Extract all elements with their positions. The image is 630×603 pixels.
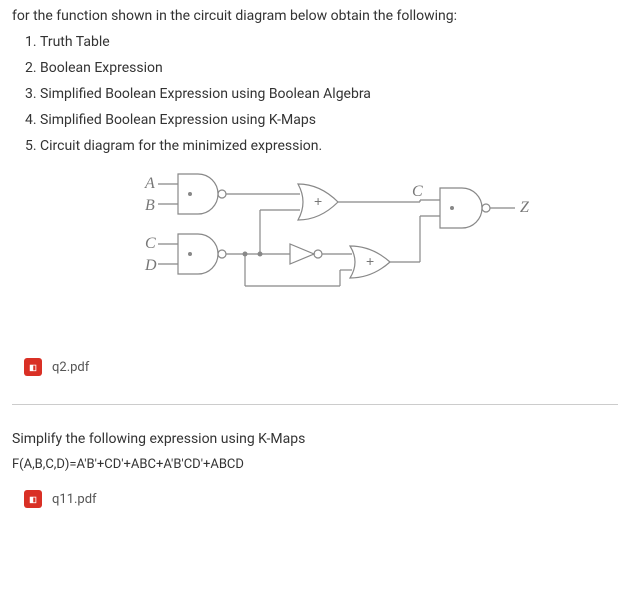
- q1-task-list: Truth Table Boolean Expression Simplifie…: [12, 34, 618, 154]
- q2-text: Simplify the following expression using …: [12, 431, 618, 447]
- label-c: C: [145, 235, 156, 252]
- label-z: Z: [520, 199, 530, 216]
- task-item: Boolean Expression: [40, 60, 618, 76]
- file-label: q11.pdf: [52, 492, 97, 507]
- q2-equation: F(A,B,C,D)=A'B'+CD'+ABC+A'B'CD'+ABCD: [12, 457, 618, 472]
- pdf-icon: ◧: [24, 358, 42, 376]
- question-1-block: for the function shown in the circuit di…: [12, 8, 618, 316]
- task-item: Truth Table: [40, 34, 618, 50]
- pdf-icon-glyph: ◧: [29, 495, 37, 504]
- circuit-diagram: .wire { stroke: #888; stroke-width: 1.2;…: [100, 166, 530, 316]
- file-attachment-1[interactable]: ◧ q2.pdf: [12, 346, 618, 404]
- task-item: Circuit diagram for the minimized expres…: [40, 138, 618, 154]
- label-b: B: [145, 197, 155, 214]
- label-a: A: [144, 175, 155, 192]
- label-c-in: C: [412, 183, 423, 200]
- file-label: q2.pdf: [52, 360, 89, 375]
- task-item: Simplified Boolean Expression using K-Ma…: [40, 112, 618, 128]
- pdf-icon: ◧: [24, 490, 42, 508]
- question-2-block: Simplify the following expression using …: [12, 405, 618, 478]
- or2-plus: +: [366, 253, 374, 269]
- pdf-icon-glyph: ◧: [29, 363, 37, 372]
- file-attachment-2[interactable]: ◧ q11.pdf: [12, 478, 618, 536]
- q1-intro: for the function shown in the circuit di…: [12, 8, 618, 24]
- or1-plus: +: [314, 193, 322, 209]
- task-item: Simplified Boolean Expression using Bool…: [40, 86, 618, 102]
- label-d: D: [144, 257, 157, 274]
